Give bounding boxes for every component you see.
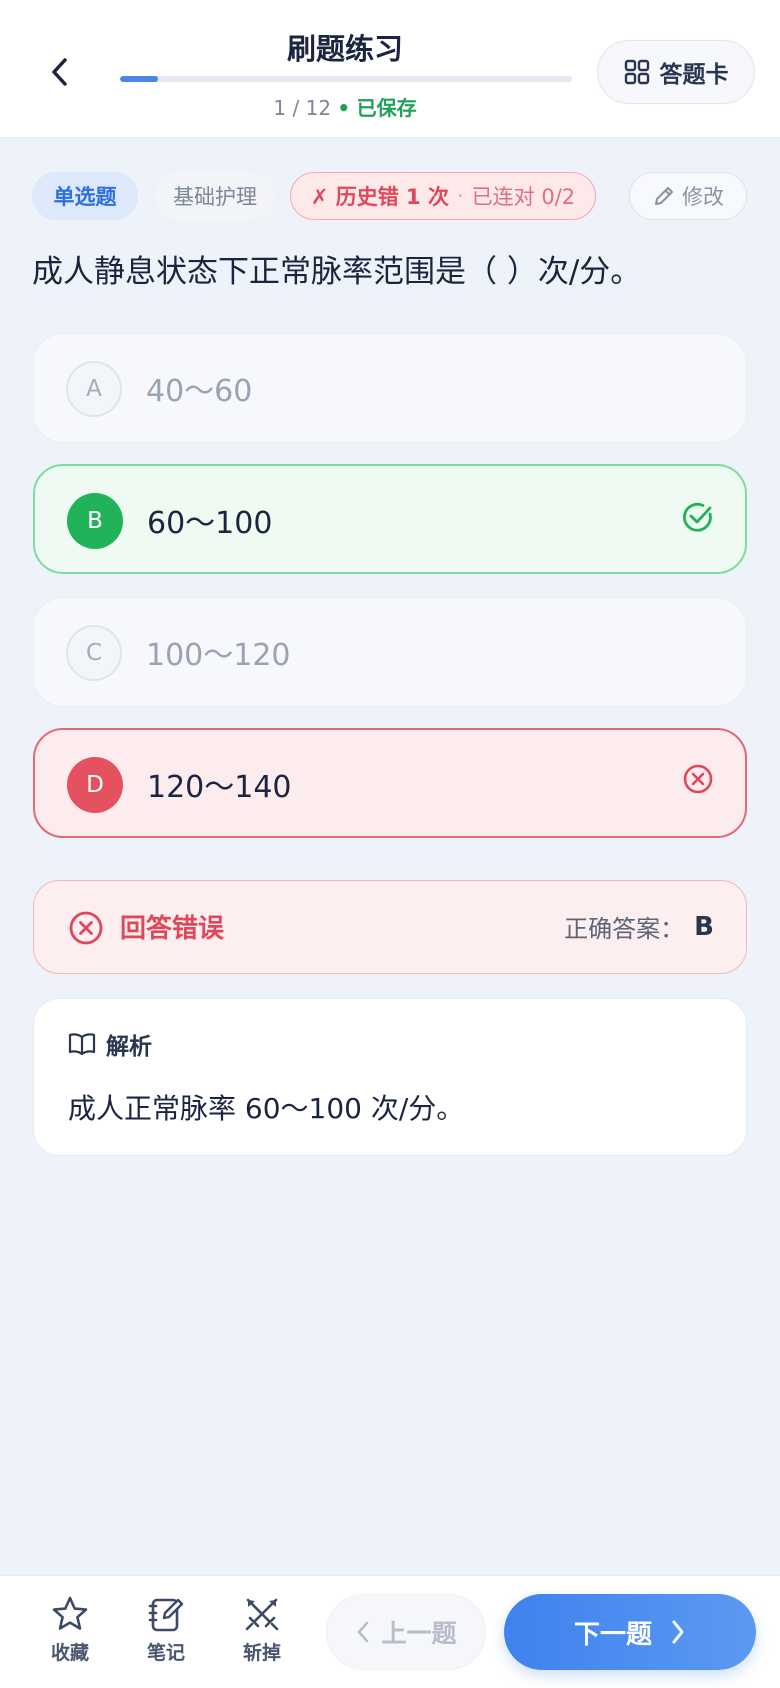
- edit-button[interactable]: 修改: [629, 172, 747, 220]
- progress-status: 1 / 12 • 已保存: [0, 92, 690, 121]
- explanation-header: 解析: [68, 1027, 152, 1061]
- saved-status: 已保存: [356, 96, 417, 120]
- option-letter: B: [67, 493, 123, 549]
- history-separator: ·: [456, 184, 464, 208]
- grid-icon: [624, 59, 649, 85]
- x-circle-icon: [683, 764, 713, 794]
- option-letter: D: [67, 757, 123, 813]
- progress-fill: [120, 76, 158, 82]
- pencil-icon: [655, 187, 673, 205]
- streak-count: 已连对 0/2: [471, 185, 576, 209]
- progress-count: 1 / 12: [273, 96, 332, 120]
- explanation-card: 解析 成人正常脉率 60～100 次/分。: [33, 998, 747, 1156]
- option-letter: C: [66, 625, 122, 681]
- x-circle-icon: [69, 911, 103, 945]
- explanation-body: 成人正常脉率 60～100 次/分。: [68, 1092, 465, 1125]
- option-a[interactable]: A 40～60: [33, 333, 747, 443]
- note-button[interactable]: 笔记: [131, 1594, 201, 1674]
- crossed-swords-icon: [245, 1598, 279, 1631]
- progress-bar: [120, 76, 572, 82]
- check-circle-icon: [683, 502, 712, 532]
- chevron-right-icon: [672, 1620, 684, 1644]
- history-badge: ✗ 历史错 1 次 · 已连对 0/2: [290, 172, 596, 220]
- chevron-left-icon: [358, 1621, 369, 1643]
- favorite-button[interactable]: 收藏: [35, 1594, 105, 1674]
- note-label: 笔记: [146, 1642, 185, 1664]
- option-letter: A: [66, 361, 122, 417]
- correct-answer-value: B: [694, 911, 714, 942]
- option-text: 60～100: [147, 505, 273, 541]
- previous-label: 上一题: [381, 1619, 457, 1648]
- book-icon: [68, 1033, 96, 1056]
- next-label: 下一题: [573, 1619, 652, 1650]
- history-wrong-count: ✗ 历史错 1 次: [310, 185, 449, 209]
- edit-label: 修改: [682, 185, 724, 209]
- top-header: 刷题练习 1 / 12 • 已保存 答题卡: [0, 0, 780, 138]
- question-text: 成人静息状态下正常脉率范围是（ ）次/分。: [32, 254, 642, 290]
- remove-label: 斩掉: [242, 1642, 281, 1664]
- answer-card-button[interactable]: 答题卡: [597, 40, 755, 104]
- result-label: 回答错误: [120, 914, 225, 944]
- favorite-label: 收藏: [50, 1642, 89, 1664]
- option-b[interactable]: B 60～100: [33, 464, 747, 574]
- next-question-button[interactable]: 下一题: [504, 1594, 756, 1670]
- bottom-toolbar: 收藏 笔记 斩掉 上一题 下一题: [0, 1575, 780, 1688]
- option-c[interactable]: C 100～120: [33, 597, 747, 707]
- remove-button[interactable]: 斩掉: [227, 1594, 297, 1674]
- page-title: 刷题练习: [286, 32, 403, 66]
- correct-answer-prefix: 正确答案：: [564, 915, 685, 943]
- option-text: 120～140: [147, 769, 292, 805]
- option-text: 40～60: [146, 373, 253, 409]
- progress-dot: •: [337, 96, 351, 120]
- result-banner: 回答错误 正确答案： B: [33, 880, 747, 974]
- previous-question-button[interactable]: 上一题: [326, 1594, 486, 1670]
- option-d[interactable]: D 120～140: [33, 728, 747, 838]
- category-tag: 基础护理: [155, 172, 275, 220]
- notebook-icon: [148, 1598, 184, 1632]
- explanation-heading: 解析: [106, 1034, 152, 1060]
- correct-answer: 正确答案： B: [564, 881, 714, 972]
- option-text: 100～120: [146, 637, 291, 673]
- answer-card-label: 答题卡: [659, 62, 729, 88]
- question-type-tag: 单选题: [32, 172, 138, 220]
- star-icon: [52, 1596, 88, 1630]
